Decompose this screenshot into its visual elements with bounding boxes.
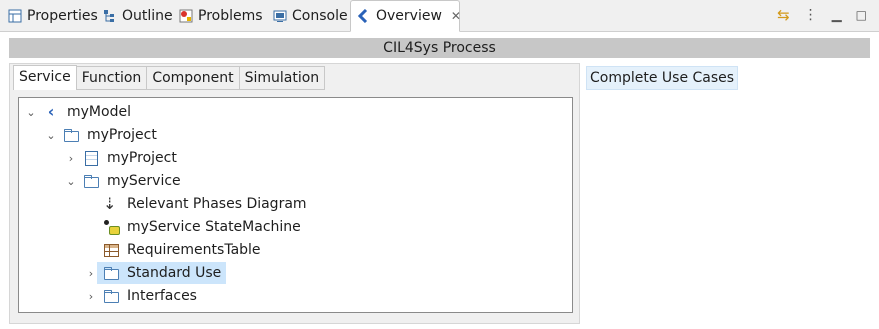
- folder-icon: [63, 127, 79, 143]
- view-tab-strip: Properties Outline Problems Console Over…: [0, 0, 879, 32]
- model-icon: ‹: [47, 102, 55, 121]
- tree-node-label: myProject: [87, 127, 157, 143]
- tree-node-label: Relevant Phases Diagram: [127, 196, 307, 212]
- overview-icon: [357, 8, 371, 24]
- tab-function[interactable]: Function: [76, 66, 148, 90]
- process-subtabs: Service Function Component Simulation: [13, 65, 326, 90]
- chevron-right-icon[interactable]: ›: [85, 290, 97, 303]
- overview-editor: CIL4Sys Process Service Function Compone…: [0, 32, 879, 329]
- tab-component[interactable]: Component: [147, 66, 240, 90]
- view-toolbar: ⇆ ⋮ ▁ □: [777, 6, 867, 24]
- tree-node-state-machine[interactable]: myService StateMachine: [85, 216, 304, 238]
- tab-label: Overview: [376, 8, 442, 24]
- tree-node-myproject[interactable]: › myProject: [65, 147, 180, 169]
- tree-node-label: Interfaces: [127, 288, 197, 304]
- problems-icon: [179, 9, 193, 23]
- tab-label: Problems: [198, 7, 263, 24]
- tab-label: Console: [292, 7, 348, 24]
- tree-node-myproject-folder[interactable]: ⌄ myProject: [45, 124, 160, 146]
- tree-node-label: myService StateMachine: [127, 219, 301, 235]
- tab-label: Properties: [27, 7, 98, 24]
- folder-icon: [83, 173, 99, 189]
- chevron-down-icon[interactable]: ⌄: [25, 106, 37, 119]
- outline-icon: [103, 9, 117, 23]
- close-icon[interactable]: ✕: [451, 9, 461, 23]
- tab-problems[interactable]: Problems: [173, 0, 263, 31]
- tree-node-label: myProject: [107, 150, 177, 166]
- tree-node-label: myService: [107, 173, 181, 189]
- tab-outline[interactable]: Outline: [97, 0, 173, 31]
- selection-highlight: Standard Use: [97, 262, 227, 284]
- chevron-down-icon[interactable]: ⌄: [65, 175, 77, 188]
- maximize-icon[interactable]: □: [856, 8, 867, 22]
- tab-service[interactable]: Service: [13, 65, 77, 90]
- tree-node-interfaces[interactable]: › Interfaces: [85, 285, 200, 307]
- console-icon: [273, 9, 287, 23]
- chevron-down-icon[interactable]: ⌄: [45, 129, 57, 142]
- chevron-right-icon[interactable]: ›: [85, 267, 97, 280]
- tree-node-label: myModel: [67, 104, 131, 120]
- phases-diagram-icon: [103, 194, 119, 213]
- tree-node-mymodel[interactable]: ⌄ ‹ myModel: [25, 101, 134, 123]
- state-machine-icon: [103, 219, 120, 235]
- tab-console[interactable]: Console: [267, 0, 348, 31]
- properties-icon: [8, 9, 22, 23]
- folder-icon: [103, 288, 119, 304]
- tree-node-standard-use[interactable]: › Standard Use: [85, 262, 227, 284]
- tree-node-relevant-phases-diagram[interactable]: Relevant Phases Diagram: [85, 193, 310, 215]
- project-icon: [83, 150, 99, 166]
- process-title-bar: CIL4Sys Process: [9, 38, 870, 58]
- tab-label: Outline: [122, 7, 173, 24]
- tab-overview[interactable]: Overview ✕: [350, 0, 461, 32]
- tab-properties[interactable]: Properties: [2, 0, 98, 31]
- tree-node-myservice[interactable]: ⌄ myService: [65, 170, 184, 192]
- requirements-table-icon: [103, 242, 119, 258]
- folder-icon: [103, 265, 119, 281]
- minimize-icon[interactable]: ▁: [832, 8, 842, 23]
- view-menu-icon[interactable]: ⋮: [804, 7, 818, 23]
- chevron-right-icon[interactable]: ›: [65, 152, 77, 165]
- tree-node-label: RequirementsTable: [127, 242, 261, 258]
- process-panel: Service Function Component Simulation ⌄ …: [9, 63, 580, 324]
- model-tree[interactable]: ⌄ ‹ myModel ⌄ myProject › myProject ⌄ my…: [18, 97, 573, 313]
- complete-use-cases-button[interactable]: Complete Use Cases: [586, 66, 739, 90]
- tree-node-label: Standard Use: [127, 265, 222, 281]
- tab-simulation[interactable]: Simulation: [239, 66, 326, 90]
- tree-node-requirements-table[interactable]: RequirementsTable: [85, 239, 264, 261]
- sync-icon[interactable]: ⇆: [777, 6, 790, 24]
